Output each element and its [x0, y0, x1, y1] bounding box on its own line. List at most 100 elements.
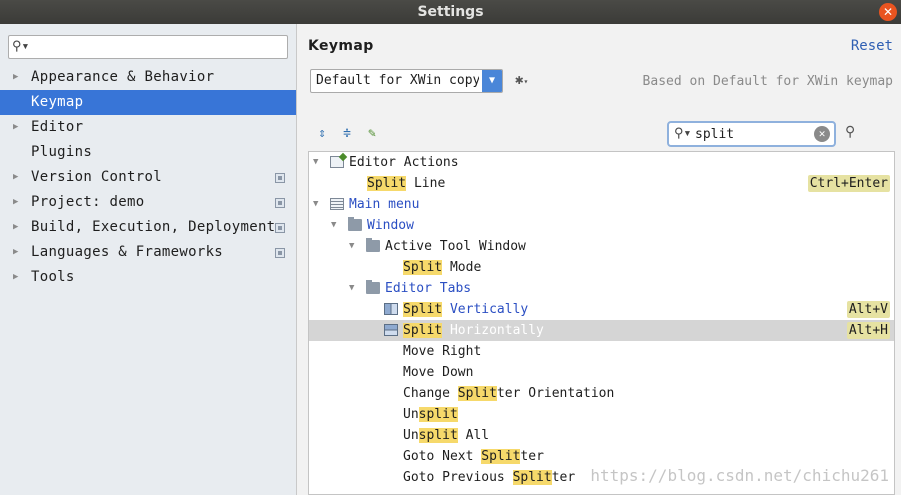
tree-row[interactable]: Split Line Ctrl+Enter — [309, 173, 894, 194]
tree-row[interactable]: ▼ Window — [309, 215, 894, 236]
title-bar: Settings ✕ — [0, 0, 901, 24]
sidebar-item-appearance-behavior[interactable]: ▶ Appearance & Behavior — [0, 65, 296, 90]
folder-icon — [348, 217, 362, 231]
chevron-right-icon[interactable]: ▶ — [13, 215, 19, 240]
keymap-tree[interactable]: ▼ Editor Actions Split Line Ctrl+Enter ▼ Main… — [308, 151, 895, 495]
tree-row-text-post: Mode — [442, 260, 482, 275]
tree-row-text-post: Active Tool Window — [385, 239, 526, 254]
tree-row-label: Active Tool Window — [385, 236, 526, 257]
tree-row-label: Move Right — [403, 341, 481, 362]
tree-row[interactable]: Split Mode — [309, 257, 894, 278]
tree-row-text-hl: Split — [403, 302, 443, 317]
search-icon: ⚲▾ — [12, 39, 30, 54]
sidebar-search-input[interactable]: ⚲▾ — [8, 35, 288, 59]
tree-row-text-post: All — [457, 428, 490, 443]
tree-row-label: Unsplit All — [403, 425, 489, 446]
tree-row-label: Split Vertically — [403, 299, 528, 320]
tree-row-text-post: Main menu — [349, 197, 420, 212]
keymap-scheme-value: Default for XWin copy — [316, 73, 479, 88]
tree-row[interactable]: Change Splitter Orientation — [309, 383, 894, 404]
sidebar-item-label: Plugins — [31, 144, 93, 160]
tree-row[interactable]: Unsplit — [309, 404, 894, 425]
tree-row[interactable]: Split Horizontally Alt+H — [309, 320, 894, 341]
tree-row-text-post: Editor Tabs — [385, 281, 472, 296]
sidebar-item-plugins[interactable]: Plugins — [0, 140, 296, 165]
keymap-search-input[interactable]: ⚲▾ split ✕ — [667, 121, 836, 147]
chevron-right-icon[interactable]: ▶ — [13, 65, 19, 90]
tree-row[interactable]: Move Right — [309, 341, 894, 362]
chevron-down-icon[interactable]: ▼ — [313, 194, 318, 215]
sidebar-item-label: Keymap — [31, 94, 84, 110]
chevron-right-icon[interactable]: ▶ — [13, 240, 19, 265]
project-level-icon — [275, 248, 285, 258]
expand-all-icon[interactable]: ⇕ — [314, 126, 330, 142]
chevron-down-icon[interactable]: ▼ — [349, 278, 354, 299]
project-level-icon — [275, 198, 285, 208]
chevron-right-icon[interactable]: ▶ — [13, 265, 19, 290]
tree-row-text-hl: split — [418, 407, 458, 422]
tree-row[interactable]: Move Down — [309, 362, 894, 383]
project-level-icon — [275, 223, 285, 233]
tree-row[interactable]: Unsplit All — [309, 425, 894, 446]
tree-row[interactable]: ▼ Editor Actions — [309, 152, 894, 173]
tree-row-label: Main menu — [349, 194, 419, 215]
sidebar-item-version-control[interactable]: ▶ Version Control — [0, 165, 296, 190]
sidebar-item-label: Languages & Frameworks — [31, 244, 224, 260]
close-icon[interactable]: ✕ — [879, 3, 897, 21]
tree-row[interactable]: ▼ Main menu — [309, 194, 894, 215]
tree-row-text-pre: Goto Next — [403, 449, 482, 464]
tree-row[interactable]: ▼ Active Tool Window — [309, 236, 894, 257]
tree-row-text-post: ter Orientation — [496, 386, 615, 401]
chevron-right-icon[interactable]: ▶ — [13, 115, 19, 140]
clear-search-icon[interactable]: ✕ — [814, 126, 830, 142]
sidebar-item-label: Appearance & Behavior — [31, 69, 215, 85]
chevron-down-icon[interactable]: ▼ — [313, 152, 318, 173]
tree-row[interactable]: Split Vertically Alt+V — [309, 299, 894, 320]
sidebar-item-project-demo[interactable]: ▶ Project: demo — [0, 190, 296, 215]
tree-row-text-post: Line — [406, 176, 446, 191]
tree-row-text-post: Move Right — [403, 344, 482, 359]
chevron-right-icon[interactable]: ▶ — [13, 165, 19, 190]
search-icon: ⚲▾ — [674, 126, 692, 141]
tree-row-text-post: Editor Actions — [349, 155, 459, 170]
tree-row[interactable]: Goto Next Splitter — [309, 446, 894, 467]
folder-icon — [366, 238, 380, 252]
tree-row-label: Goto Next Splitter — [403, 446, 544, 467]
sidebar-item-label: Version Control — [31, 169, 162, 185]
project-level-icon — [275, 173, 285, 183]
sidebar-item-build-execution-deployment[interactable]: ▶ Build, Execution, Deployment — [0, 215, 296, 240]
edit-pencil-icon[interactable]: ✎ — [364, 126, 380, 142]
tree-row-text-post: Vertically — [442, 302, 529, 317]
settings-sidebar: ⚲▾ ▶ Appearance & Behavior Keymap ▶ Editor Pl… — [0, 24, 297, 495]
tree-row-text-hl: Split — [367, 176, 407, 191]
tree-row-label: Unsplit — [403, 404, 458, 425]
tree-row-text-hl: Split — [403, 260, 443, 275]
sidebar-item-tools[interactable]: ▶ Tools — [0, 265, 296, 290]
tree-row-text-hl: Split — [512, 470, 552, 485]
tree-row-text-post: Horizontally — [442, 323, 544, 338]
tree-row-label: Split Horizontally — [403, 320, 544, 341]
tree-row-text-post: Window — [367, 218, 414, 233]
sidebar-item-editor[interactable]: ▶ Editor — [0, 115, 296, 140]
tree-row-text-post: ter — [520, 449, 544, 464]
chevron-down-icon[interactable]: ▼ — [331, 215, 336, 236]
tree-row-text-hl: split — [418, 428, 458, 443]
find-by-shortcut-icon[interactable]: ⚲ — [845, 124, 855, 140]
reset-link[interactable]: Reset — [851, 38, 893, 54]
chevron-down-icon[interactable]: ▼ — [349, 236, 354, 257]
page-title: Keymap — [308, 38, 374, 54]
tree-row-text-post: ter — [551, 470, 576, 485]
collapse-all-icon[interactable]: ≑ — [339, 126, 355, 142]
watermark: https://blog.csdn.net/chichu261 — [590, 466, 889, 485]
chevron-right-icon[interactable]: ▶ — [13, 190, 19, 215]
gear-icon[interactable]: ✱▾ — [515, 72, 528, 88]
sidebar-item-languages-frameworks[interactable]: ▶ Languages & Frameworks — [0, 240, 296, 265]
chevron-down-icon[interactable]: ▼ — [482, 70, 502, 92]
editor-icon — [330, 156, 344, 168]
tree-row-label: Window — [367, 215, 414, 236]
sidebar-item-label: Build, Execution, Deployment — [31, 219, 276, 235]
keymap-scheme-select[interactable]: Default for XWin copy ▼ — [310, 69, 503, 93]
sidebar-item-keymap[interactable]: Keymap — [0, 90, 296, 115]
sidebar-item-label: Project: demo — [31, 194, 145, 210]
tree-row[interactable]: ▼ Editor Tabs — [309, 278, 894, 299]
